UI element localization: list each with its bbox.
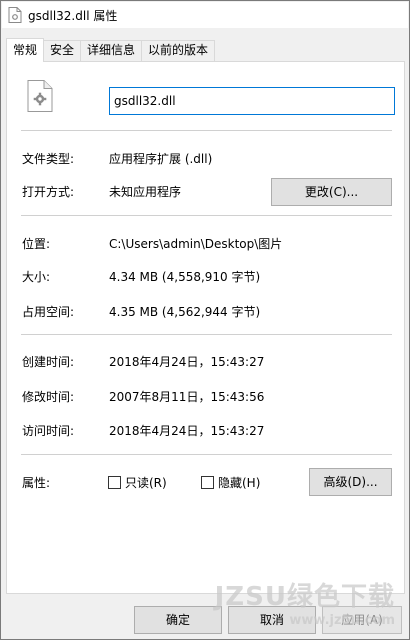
location-label: 位置: bbox=[22, 237, 51, 251]
hidden-checkbox-box[interactable] bbox=[201, 476, 214, 489]
title-bar: gsdll32.dll 属性 bbox=[2, 2, 408, 28]
advanced-button[interactable]: 高级(D)... bbox=[309, 468, 392, 496]
created-label: 创建时间: bbox=[22, 355, 75, 369]
cancel-button[interactable]: 取消 bbox=[228, 606, 316, 634]
tab-details[interactable]: 详细信息 bbox=[80, 40, 143, 61]
attributes-label: 属性: bbox=[22, 476, 51, 490]
divider bbox=[21, 334, 392, 335]
tab-previous-versions[interactable]: 以前的版本 bbox=[141, 40, 216, 61]
general-panel: gsdll32.dll 文件类型: 应用程序扩展 (.dll) 打开方式: 未知… bbox=[6, 61, 405, 594]
readonly-checkbox-box[interactable] bbox=[108, 476, 121, 489]
modified-label: 修改时间: bbox=[22, 390, 75, 404]
file-icon bbox=[8, 7, 22, 23]
hidden-checkbox[interactable]: 隐藏(H) bbox=[201, 474, 260, 491]
readonly-checkbox[interactable]: 只读(R) bbox=[108, 474, 167, 491]
opens-with-label: 打开方式: bbox=[22, 185, 75, 199]
modified-value: 2007年8月11日，15:43:56 bbox=[109, 390, 265, 404]
file-type-label: 文件类型: bbox=[22, 152, 75, 166]
opens-with-value: 未知应用程序 bbox=[109, 185, 182, 199]
divider bbox=[21, 130, 392, 131]
ok-button[interactable]: 确定 bbox=[134, 606, 222, 634]
filename-field[interactable]: gsdll32.dll bbox=[109, 87, 395, 115]
size-label: 大小: bbox=[22, 270, 51, 284]
accessed-value: 2018年4月24日，15:43:27 bbox=[109, 424, 265, 438]
readonly-label[interactable]: 只读(R) bbox=[125, 474, 167, 491]
window-title: gsdll32.dll 属性 bbox=[28, 8, 118, 23]
size-on-disk-label: 占用空间: bbox=[22, 305, 75, 319]
created-value: 2018年4月24日，15:43:27 bbox=[109, 355, 265, 369]
location-value: C:\Users\admin\Desktop\图片 bbox=[109, 237, 283, 251]
tab-general[interactable]: 常规 bbox=[6, 38, 45, 62]
tab-security[interactable]: 安全 bbox=[43, 40, 82, 61]
size-value: 4.34 MB (4,558,910 字节) bbox=[109, 270, 261, 284]
change-button[interactable]: 更改(C)... bbox=[271, 178, 392, 206]
divider bbox=[21, 215, 392, 216]
properties-window: gsdll32.dll 属性 常规 安全 详细信息 以前的版本 gsdll32.… bbox=[0, 0, 410, 640]
divider bbox=[21, 454, 392, 455]
size-on-disk-value: 4.35 MB (4,562,944 字节) bbox=[109, 305, 261, 319]
accessed-label: 访问时间: bbox=[22, 424, 75, 438]
hidden-label[interactable]: 隐藏(H) bbox=[218, 474, 260, 491]
file-type-value: 应用程序扩展 (.dll) bbox=[109, 152, 213, 166]
dll-gear-file-icon bbox=[27, 80, 53, 112]
tab-strip: 常规 安全 详细信息 以前的版本 bbox=[6, 38, 216, 62]
apply-button[interactable]: 应用(A) bbox=[322, 606, 402, 634]
